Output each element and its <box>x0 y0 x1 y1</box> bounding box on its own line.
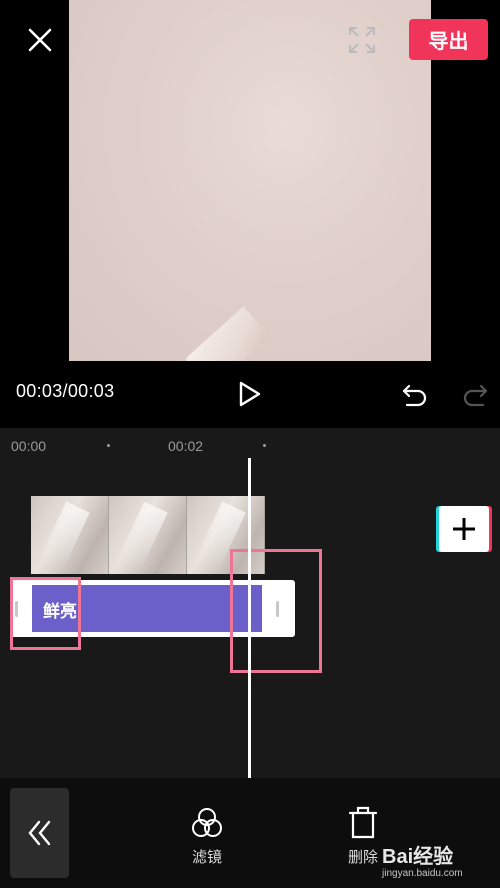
filter-icon <box>192 808 222 837</box>
undo-icon <box>402 384 427 407</box>
ruler-tick-label: 00:02 <box>168 438 204 454</box>
play-button[interactable] <box>232 376 268 412</box>
preview-area: 导出 00:03/00:03 <box>0 0 500 428</box>
close-button[interactable] <box>22 22 58 58</box>
play-icon <box>239 381 261 407</box>
video-content <box>183 306 271 361</box>
ruler-dot <box>263 444 266 447</box>
video-editor: 导出 00:03/00:03 00:00 00:02 鲜亮 滤镜 删除 Bai经… <box>0 0 500 888</box>
clip-thumbnail <box>109 496 187 574</box>
tool-label: 删除 <box>347 849 378 866</box>
ruler-dot <box>107 444 110 447</box>
undo-button[interactable] <box>398 377 432 411</box>
close-icon <box>28 28 52 52</box>
highlight-box-left <box>10 577 81 650</box>
redo-icon <box>463 384 488 407</box>
back-button[interactable] <box>10 788 69 878</box>
watermark: Bai经验 jingyan.baidu.com <box>382 834 500 888</box>
playback-time: 00:03/00:03 <box>16 381 115 401</box>
filter-tool-button[interactable]: 滤镜 <box>177 806 237 867</box>
timeline[interactable]: 00:00 00:02 鲜亮 <box>0 428 500 780</box>
double-chevron-left-icon <box>27 820 50 846</box>
watermark-brand: Bai经验 <box>382 846 454 868</box>
redo-button[interactable] <box>458 377 492 411</box>
fullscreen-button[interactable] <box>344 22 380 58</box>
clip-thumbnail <box>31 496 109 574</box>
playhead[interactable] <box>248 458 251 780</box>
add-clip-button[interactable] <box>439 506 489 552</box>
fullscreen-icon <box>349 27 375 53</box>
ruler-tick-label: 00:00 <box>11 438 47 454</box>
watermark-url: jingyan.baidu.com <box>382 868 463 879</box>
highlight-box-right <box>230 549 322 673</box>
plus-icon <box>453 518 475 540</box>
tool-label: 滤镜 <box>191 849 222 866</box>
export-button[interactable]: 导出 <box>409 19 488 60</box>
delete-icon <box>348 806 378 839</box>
